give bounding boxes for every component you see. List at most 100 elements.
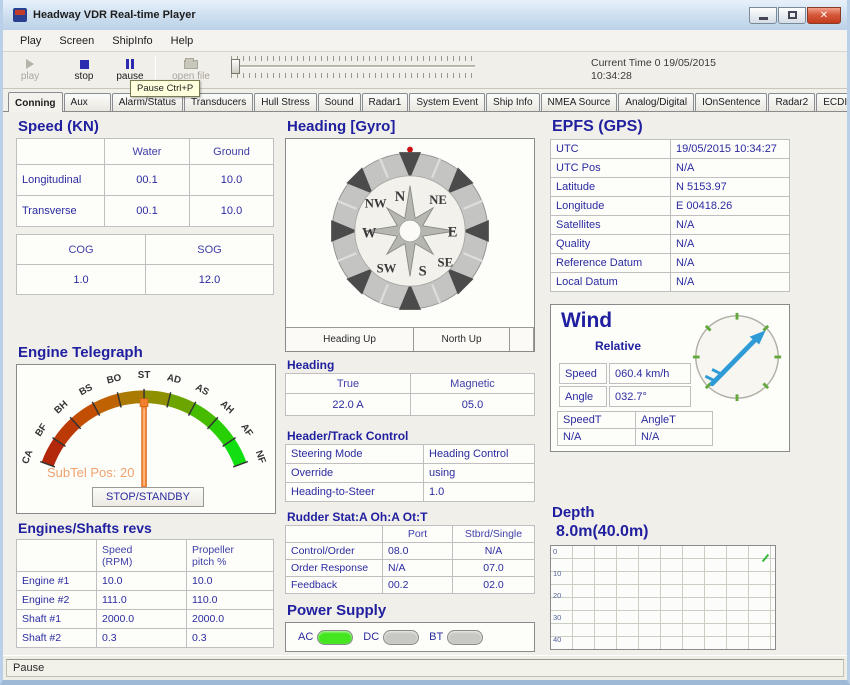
cell-value: 2000.0 bbox=[187, 610, 274, 629]
cell-value: E 00418.26 bbox=[671, 197, 790, 216]
power-dc-indicator bbox=[383, 630, 419, 645]
minimize-button[interactable] bbox=[749, 7, 777, 24]
compass-point-n: N bbox=[395, 189, 406, 205]
timeline-slider[interactable] bbox=[231, 56, 475, 84]
stop-standby-button[interactable]: STOP/STANDBY bbox=[92, 487, 204, 507]
compass-point-nw: NW bbox=[365, 196, 387, 210]
open-file-icon bbox=[184, 60, 198, 69]
table-row: Transverse 00.1 10.0 bbox=[17, 196, 274, 227]
menu-play[interactable]: Play bbox=[11, 32, 50, 50]
sog-value: 12.0 bbox=[146, 265, 274, 295]
table-row: True Magnetic bbox=[286, 374, 535, 394]
menu-shipinfo[interactable]: ShipInfo bbox=[103, 32, 161, 50]
telegraph-label: BS bbox=[77, 382, 95, 398]
telegraph-label: AS bbox=[194, 382, 212, 398]
power-bt-indicator bbox=[447, 630, 483, 645]
speed-title: Speed (KN) bbox=[18, 118, 99, 135]
compass-point-sw: SW bbox=[377, 262, 397, 276]
epfs-table: UTC 19/05/2015 10:34:27 UTC Pos N/A Lati… bbox=[550, 139, 790, 292]
propeller-pitch-header: Propeller pitch % bbox=[187, 540, 274, 572]
depth-value: 8.0m(40.0m) bbox=[556, 523, 649, 541]
status-bar: Pause bbox=[3, 655, 847, 680]
table-row: Port Stbrd/Single bbox=[286, 526, 535, 543]
compass-point-s: S bbox=[419, 263, 427, 279]
cell-value: 111.0 bbox=[97, 591, 187, 610]
tab-ship-info[interactable]: Ship Info bbox=[486, 93, 539, 111]
cell-value: using bbox=[424, 464, 535, 483]
cell-value: Heading Control bbox=[424, 445, 535, 464]
speed-rpm-header: Speed (RPM) bbox=[97, 540, 187, 572]
slider-thumb[interactable] bbox=[231, 59, 240, 74]
slider-ticks-top bbox=[231, 56, 475, 61]
table-row: Local Datum N/A bbox=[551, 273, 790, 292]
table-row: Latitude N 5153.97 bbox=[551, 178, 790, 197]
cell-value: 00.1 bbox=[105, 196, 190, 227]
tab-radar2[interactable]: Radar2 bbox=[768, 93, 815, 111]
status-text: Pause bbox=[6, 659, 844, 677]
cell-label: UTC bbox=[551, 140, 671, 159]
compass-point-w: W bbox=[362, 225, 377, 241]
wind-relative-table: Speed 060.4 km/h Angle 032.7° bbox=[557, 361, 693, 409]
tab-analog-digital[interactable]: Analog/Digital bbox=[618, 93, 694, 111]
telegraph-label: AF bbox=[238, 422, 254, 439]
tab-system-event[interactable]: System Event bbox=[409, 93, 485, 111]
track-control-title: Header/Track Control bbox=[287, 429, 408, 443]
maximize-icon bbox=[788, 11, 797, 19]
current-time: Current Time 0 19/05/2015 10:34:28 bbox=[591, 57, 716, 83]
engine-telegraph-panel: CA BF BH BS BO ST AD AS AH AF NF bbox=[16, 364, 276, 514]
cell-label: Engine #2 bbox=[17, 591, 97, 610]
table-row: UTC Pos N/A bbox=[551, 159, 790, 178]
play-icon bbox=[26, 59, 34, 69]
tab-nmea-source[interactable]: NMEA Source bbox=[541, 93, 618, 111]
app-icon bbox=[13, 8, 27, 22]
tab-hull-stress[interactable]: Hull Stress bbox=[254, 93, 316, 111]
play-button[interactable]: play bbox=[7, 55, 53, 86]
depth-axis-label: 40 bbox=[553, 635, 561, 644]
table-row: Order Response N/A 07.0 bbox=[286, 560, 535, 577]
table-row: 1.0 12.0 bbox=[17, 265, 274, 295]
menu-screen[interactable]: Screen bbox=[50, 32, 103, 50]
table-row: SpeedT AngleT bbox=[558, 412, 713, 429]
wind-true-table: SpeedT AngleT N/A N/A bbox=[557, 411, 713, 446]
north-up-button[interactable]: North Up bbox=[414, 328, 510, 351]
stop-button[interactable]: stop bbox=[61, 55, 107, 86]
compass-point-ne: NE bbox=[429, 193, 447, 207]
table-row: Shaft #2 0.3 0.3 bbox=[17, 629, 274, 648]
pause-icon bbox=[126, 59, 134, 69]
table-row: Quality N/A bbox=[551, 235, 790, 254]
compass-point-se: SE bbox=[438, 255, 453, 269]
tab-ionsentence[interactable]: IOnSentence bbox=[695, 93, 767, 111]
maximize-button[interactable] bbox=[778, 7, 806, 24]
cell-value: 07.0 bbox=[453, 560, 535, 577]
telegraph-label: ST bbox=[138, 370, 151, 381]
cell-label: Speed bbox=[559, 363, 607, 384]
cell-value: N 5153.97 bbox=[671, 178, 790, 197]
cell-value: 10.0 bbox=[190, 165, 274, 196]
telegraph-label: BF bbox=[33, 422, 49, 439]
engine-telegraph-title: Engine Telegraph bbox=[18, 344, 143, 361]
app-window: Headway VDR Real-time Player ✕ Play Scre… bbox=[0, 0, 850, 685]
close-button[interactable]: ✕ bbox=[807, 7, 841, 24]
pause-tooltip: Pause Ctrl+P bbox=[130, 80, 200, 97]
slider-track[interactable] bbox=[231, 65, 475, 68]
telegraph-label: BO bbox=[106, 372, 123, 386]
tab-aux[interactable]: Aux bbox=[64, 93, 111, 111]
cell-label: Steering Mode bbox=[286, 445, 424, 464]
table-row: Angle 032.7° bbox=[559, 386, 691, 407]
menu-help[interactable]: Help bbox=[162, 32, 203, 50]
depth-chart: 0 10 20 30 40 bbox=[550, 545, 776, 650]
power-dc-label: DC bbox=[363, 631, 379, 643]
cell-value: 00.1 bbox=[105, 165, 190, 196]
tab-radar1[interactable]: Radar1 bbox=[362, 93, 409, 111]
depth-axis-label: 10 bbox=[553, 569, 561, 578]
cell-label: Engine #1 bbox=[17, 572, 97, 591]
tab-sound[interactable]: Sound bbox=[318, 93, 361, 111]
current-time-clock: 10:34:28 bbox=[591, 70, 716, 83]
cell-value: N/A bbox=[671, 216, 790, 235]
table-row: Longitude E 00418.26 bbox=[551, 197, 790, 216]
tab-conning[interactable]: Conning bbox=[8, 92, 63, 112]
magnetic-heading-value: 05.0 bbox=[411, 394, 535, 416]
tab-ecdis1[interactable]: ECDIS1 bbox=[816, 93, 850, 111]
heading-up-button[interactable]: Heading Up bbox=[286, 328, 414, 351]
cell-label: Longitude bbox=[551, 197, 671, 216]
